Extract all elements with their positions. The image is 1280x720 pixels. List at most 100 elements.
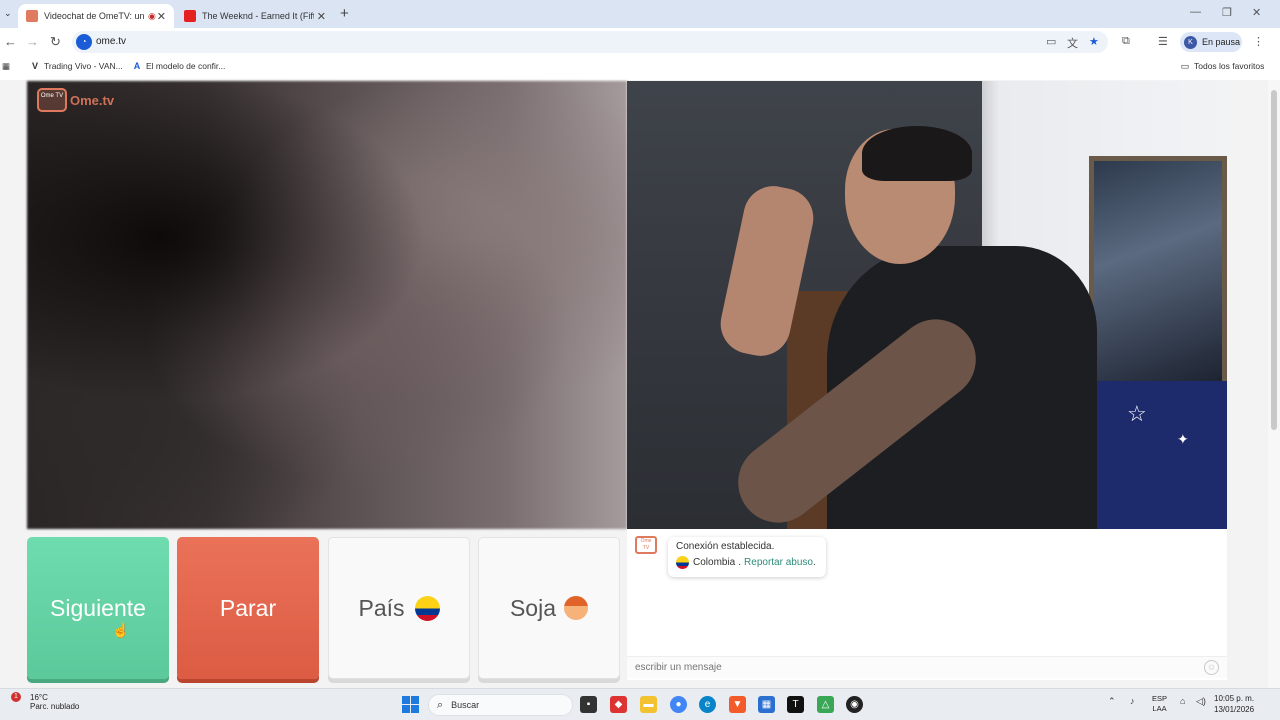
report-suffix: . [812,557,816,568]
drive-icon[interactable]: △ [817,696,834,713]
ometv-page: Ome TV Ome.tv ☆ ☆ ✦ Siguiente Parar País… [0,80,1280,688]
profile-button[interactable]: K En pausa [1180,32,1242,52]
taskbar-search[interactable]: ⌕ Buscar [428,694,573,716]
search-icon: ⌕ [437,698,444,711]
all-favorites[interactable]: ▭ Todos los favoritos [1180,61,1265,71]
clock-time: 10:05 p. m. [1214,694,1255,703]
weather-desc: Parc. nublado [30,702,80,711]
separator: . [738,557,742,568]
chat-panel: Ome TV Conexión establecida. Colombia . … [627,529,1227,680]
tab-search-icon[interactable]: ⌄ [4,8,12,19]
recorder-icon[interactable]: ◉ [846,696,863,713]
weather-widget[interactable]: 1 16°C Parc. nublado [8,692,80,711]
search-label: Buscar [451,700,480,710]
ometv-logo: Ome TV Ome.tv [37,88,114,112]
hand-cursor-icon: ☝ [112,622,130,638]
weather-temp: 16°C [30,693,48,702]
url-text: ome.tv [96,36,127,47]
close-tab-icon[interactable]: ✕ [317,10,326,23]
status-text: Conexión establecida. [676,541,775,552]
extensions-icon[interactable]: ⧉ [1122,35,1130,48]
tab-title: The Weeknd - Earned It (Fifty S [202,11,314,21]
close-tab-icon[interactable]: ✕ [157,10,166,23]
scrollbar-thumb[interactable] [1271,90,1277,430]
next-label: Siguiente [50,594,146,621]
forward-icon[interactable]: → [26,34,39,49]
network-icon[interactable]: ⌂ [1180,696,1185,706]
country-name: Colombia [693,557,736,568]
bookmark-label: Trading Vivo - VAN... [44,61,123,71]
tradingview-icon: V [31,61,38,71]
task-view-icon[interactable]: ▪ [580,696,597,713]
tab-strip: ⌄ Videochat de OmeTV: una ◉ ✕ The Weeknd… [0,0,1280,28]
translate-icon[interactable]: 文 [1067,35,1078,51]
logo-text: Ome.tv [70,92,115,108]
address-bar[interactable]: ◔ ome.tv [72,31,1108,53]
windows-taskbar: 1 16°C Parc. nublado ⌕ Buscar ▪ ◆ ▬ ● e … [0,688,1280,720]
stranger-video [27,81,627,529]
minimize-icon[interactable]: — [1190,6,1201,18]
next-button[interactable]: Siguiente [27,537,169,679]
new-tab-icon[interactable]: + [340,5,349,22]
edge-icon[interactable]: e [699,696,716,713]
message-box: ☺ [627,656,1227,678]
reload-icon[interactable]: ↻ [50,34,61,50]
profile-label: En pausa [1202,37,1241,47]
tradingview-app-icon[interactable]: T [787,696,804,713]
page-scrollbar[interactable] [1268,80,1280,688]
media-control-icon[interactable]: ☰ [1158,35,1168,48]
notification-badge: 1 [11,692,21,702]
back-icon[interactable]: ← [4,34,17,49]
language-indicator[interactable]: ESP LAA [1152,694,1167,714]
emoji-icon[interactable]: ☺ [1204,660,1219,675]
restore-icon[interactable]: ❐ [1222,6,1232,19]
app-red-icon[interactable]: ◆ [610,696,627,713]
country-button[interactable]: País [328,537,470,679]
windows-start-icon[interactable] [402,696,419,713]
bookmark-a-icon: A [133,61,141,71]
bookmarks-bar: ▦ V Trading Vivo - VAN... A El modelo de… [0,56,1280,78]
youtube-favicon-icon [184,10,196,22]
gender-label: Soja [509,594,557,621]
bookmark-star-icon[interactable]: ★ [1089,35,1099,48]
system-clock[interactable]: 10:05 p. m. 13/01/2026 [1214,693,1254,715]
tab-ometv[interactable]: Videochat de OmeTV: una ◉ ✕ [18,4,174,28]
chrome-icon[interactable]: ● [670,696,687,713]
menu-kebab-icon[interactable]: ⋮ [1253,35,1264,48]
tab-youtube[interactable]: The Weeknd - Earned It (Fifty S ✕ [176,4,334,28]
colombia-flag-icon [676,556,689,569]
store-icon[interactable]: ▦ [758,696,775,713]
recording-icon: ◉ [148,10,156,21]
volume-icon[interactable]: ◁) [1196,696,1206,707]
boy-face-icon [564,596,589,620]
ometv-favicon-icon [26,10,38,22]
microphone-icon[interactable]: ♪ [1130,696,1135,706]
tray-overflow-icon[interactable]: ⌃ [1108,696,1116,707]
country-label: País [358,594,405,621]
colombia-flag-icon [414,595,440,621]
bookmark-trading[interactable]: V Trading Vivo - VAN... [30,61,123,71]
weather-icon: 1 [8,692,24,709]
report-abuse-link[interactable]: Reportar abuso [744,557,813,568]
apps-grid-icon[interactable]: ▦ [2,61,10,72]
toolbar: ← → ↻ ◔ ome.tv ▭ 文 ★ ⧉ ☰ K En pausa ⋮ [0,28,1280,56]
folder-icon: ▭ [1180,61,1190,71]
video-mirror [1089,156,1227,388]
brave-icon[interactable]: ▼ [729,696,746,713]
avatar: K [1184,35,1197,49]
close-window-icon[interactable]: ✕ [1252,6,1261,19]
self-video: ☆ ☆ ✦ [627,81,1227,529]
site-info-icon[interactable]: ◔ [76,34,92,50]
stop-label: Parar [219,594,277,621]
lang-code: ESP [1152,694,1168,703]
cast-icon[interactable]: ▭ [1046,35,1056,48]
message-input[interactable] [627,657,1187,678]
system-message: Conexión establecida. Colombia . Reporta… [668,537,826,577]
stop-button[interactable]: Parar [177,537,319,679]
tab-title: Videochat de OmeTV: una [44,11,144,21]
bookmark-modelo[interactable]: A El modelo de confir... [132,61,226,71]
gender-button[interactable]: Soja [478,537,620,679]
tv-logo-icon: Ome TV [635,536,657,554]
favorites-label: Todos los favoritos [1194,61,1265,71]
file-explorer-icon[interactable]: ▬ [640,696,657,713]
